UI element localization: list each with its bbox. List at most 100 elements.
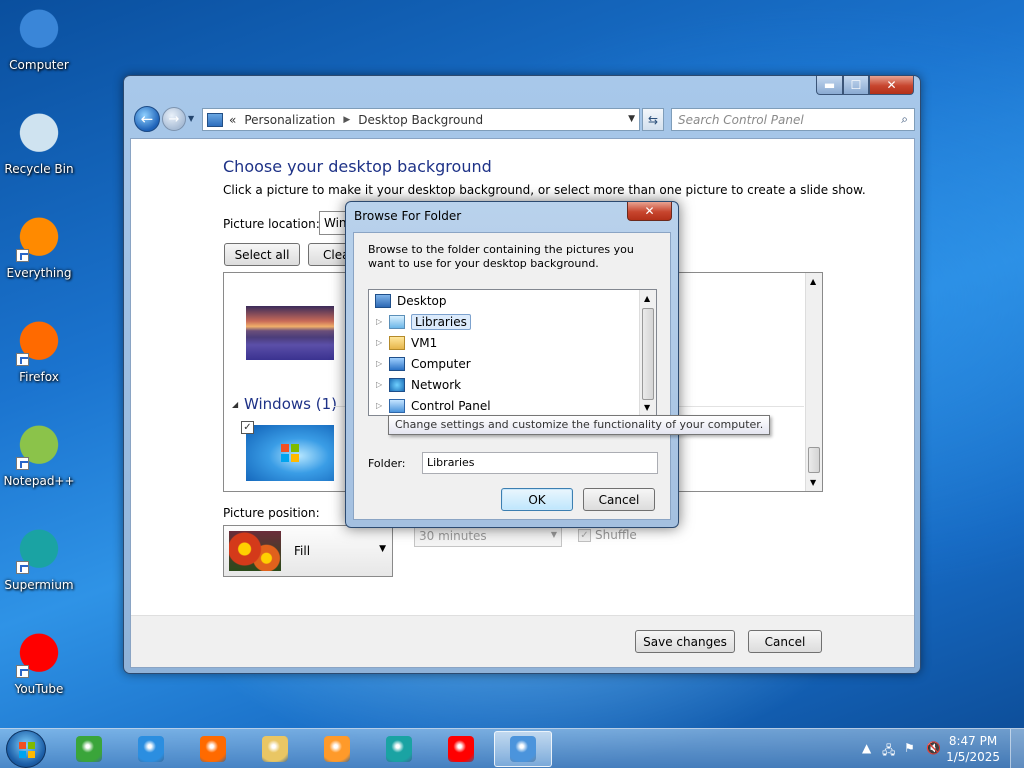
picture-list-scrollbar[interactable]: ▲ ▼: [805, 273, 822, 491]
desktop-icon-notepad-[interactable]: Notepad++: [2, 424, 76, 488]
refresh-button[interactable]: ⇆: [642, 108, 664, 131]
taskbar-button-supermium[interactable]: [370, 731, 428, 767]
wallpaper-thumbnail-windows[interactable]: [246, 425, 334, 481]
system-tray: ▲ 🖧 ⚑ 🔇 8:47 PM 1/5/2025: [834, 729, 1024, 768]
collapse-group-icon[interactable]: ◢: [232, 400, 238, 409]
browse-for-folder-dialog: Browse For Folder ✕ Browse to the folder…: [345, 201, 679, 528]
search-icon[interactable]: ⌕: [901, 112, 908, 127]
desktop-icon-firefox[interactable]: Firefox: [2, 320, 76, 384]
tree-expand-icon[interactable]: ▷: [376, 401, 382, 410]
back-button[interactable]: ←: [134, 106, 160, 132]
clock[interactable]: 8:47 PM 1/5/2025: [946, 733, 1000, 765]
tree-item-control-panel[interactable]: Control Panel: [389, 396, 491, 415]
computer-icon: [16, 8, 62, 54]
show-desktop-button[interactable]: [1010, 729, 1024, 768]
picture-position-label: Picture position:: [223, 506, 320, 520]
back-arrow-icon: ←: [140, 110, 154, 128]
tree-item-libraries[interactable]: Libraries: [389, 312, 471, 331]
wallpaper-thumbnail-sunset[interactable]: [246, 306, 334, 360]
volume-muted-icon[interactable]: 🔇: [926, 741, 941, 755]
tree-item-network[interactable]: Network: [389, 375, 461, 394]
desktop-icon-supermium[interactable]: Supermium: [2, 528, 76, 592]
breadcrumb-separator-icon[interactable]: ▶: [343, 115, 350, 125]
tree-item-vm1[interactable]: VM1: [389, 333, 437, 352]
tree-expand-icon[interactable]: ▷: [376, 317, 382, 326]
breadcrumb-personalization[interactable]: Personalization: [244, 113, 335, 127]
clock-time: 8:47 PM: [948, 734, 998, 748]
dialog-close-button[interactable]: ✕: [627, 202, 672, 221]
desktop-icon-label: Everything: [6, 266, 72, 280]
tree-item-computer[interactable]: Computer: [389, 354, 471, 373]
desktop-icon-computer[interactable]: Computer: [2, 8, 76, 72]
taskbar-button-youtube[interactable]: [432, 731, 490, 767]
picture-position-value: Fill: [294, 544, 311, 558]
dropdown-arrow-icon[interactable]: ▼: [379, 544, 386, 554]
dialog-title: Browse For Folder: [354, 209, 462, 223]
taskbar-button-file-explorer[interactable]: [246, 731, 304, 767]
address-bar[interactable]: « Personalization ▶ Desktop Background ▼: [202, 108, 640, 131]
group-title-windows[interactable]: Windows (1): [244, 395, 337, 413]
desktop-icon-everything[interactable]: Everything: [2, 216, 76, 280]
folder-tree[interactable]: ▲ ▼ Desktop ▷ Libraries ▷ VM1 ▷ Computer ▷ Netwo…: [368, 289, 657, 416]
maximize-button[interactable]: ☐: [843, 76, 869, 95]
taskbar-button-internet-explorer[interactable]: [122, 731, 180, 767]
picture-location-label: Picture location:: [223, 217, 320, 231]
window-controls: ▬ ☐ ✕: [816, 76, 914, 95]
picture-position-select[interactable]: Fill ▼: [223, 525, 393, 577]
taskbar: ▲ 🖧 ⚑ 🔇 8:47 PM 1/5/2025: [0, 728, 1024, 768]
windows-logo-icon: [19, 742, 35, 758]
address-dropdown-icon[interactable]: ▼: [628, 114, 635, 124]
scroll-up-icon[interactable]: ▲: [810, 277, 816, 286]
scrollbar-thumb[interactable]: [808, 447, 820, 473]
minimize-button[interactable]: ▬: [816, 76, 843, 95]
forward-button[interactable]: →: [162, 107, 186, 131]
tree-item-desktop[interactable]: Desktop: [375, 291, 447, 310]
taskbar-button-media-player[interactable]: [308, 731, 366, 767]
scroll-down-icon[interactable]: ▼: [810, 478, 816, 487]
search-input[interactable]: Search Control Panel ⌕: [671, 108, 915, 131]
notepadpp-icon: [16, 424, 62, 470]
shortcut-arrow-icon: [16, 665, 29, 678]
recent-pages-dropdown[interactable]: ▼: [188, 114, 194, 123]
desktop-icon: [375, 293, 391, 308]
network-status-icon[interactable]: 🖧: [882, 741, 895, 762]
close-button[interactable]: ✕: [869, 76, 914, 95]
file-explorer-icon: [262, 736, 288, 762]
save-changes-button[interactable]: Save changes: [635, 630, 735, 653]
tree-expand-icon[interactable]: ▷: [376, 359, 382, 368]
desktop-icon-youtube[interactable]: YouTube: [2, 632, 76, 696]
dialog-description: Browse to the folder containing the pict…: [368, 243, 634, 270]
libraries-icon: [389, 314, 405, 329]
navigation-bar: ← → ▼ « Personalization ▶ Desktop Backgr…: [132, 104, 915, 134]
show-hidden-icons-icon[interactable]: ▲: [862, 741, 871, 755]
desktop-icon-recycle-bin[interactable]: Recycle Bin: [2, 112, 76, 176]
scroll-up-icon[interactable]: ▲: [644, 294, 650, 303]
taskbar-button-firefox[interactable]: [184, 731, 242, 767]
cancel-button[interactable]: Cancel: [748, 630, 822, 653]
tree-scrollbar[interactable]: ▲ ▼: [639, 290, 656, 415]
youtube-icon: [448, 736, 474, 762]
tree-expand-icon[interactable]: ▷: [376, 380, 382, 389]
ok-button[interactable]: OK: [501, 488, 573, 511]
folder-input[interactable]: Libraries: [422, 452, 658, 474]
select-all-button[interactable]: Select all: [224, 243, 300, 266]
scroll-down-icon[interactable]: ▼: [644, 403, 650, 412]
footer-bar: Save changes Cancel: [131, 615, 914, 667]
taskbar-button-windows-media-center[interactable]: [60, 731, 118, 767]
tree-expand-icon[interactable]: ▷: [376, 338, 382, 347]
position-preview-thumbnail: [229, 531, 281, 571]
wallpaper-checkbox[interactable]: ✓: [241, 421, 254, 434]
supermium-icon: [16, 528, 62, 574]
desktop-icon-label: Notepad++: [3, 474, 75, 488]
internet-explorer-icon: [138, 736, 164, 762]
breadcrumb-desktop-background[interactable]: Desktop Background: [358, 113, 483, 127]
desktop-icon-label: Supermium: [4, 578, 74, 592]
action-center-flag-icon[interactable]: ⚑: [904, 741, 915, 755]
dialog-cancel-button[interactable]: Cancel: [583, 488, 655, 511]
breadcrumb-prefix[interactable]: «: [229, 113, 236, 127]
tree-item-label: Libraries: [411, 313, 471, 330]
shortcut-arrow-icon: [16, 561, 29, 574]
start-button[interactable]: [6, 730, 46, 768]
taskbar-button-control-panel[interactable]: [494, 731, 552, 767]
scrollbar-thumb[interactable]: [642, 308, 654, 400]
